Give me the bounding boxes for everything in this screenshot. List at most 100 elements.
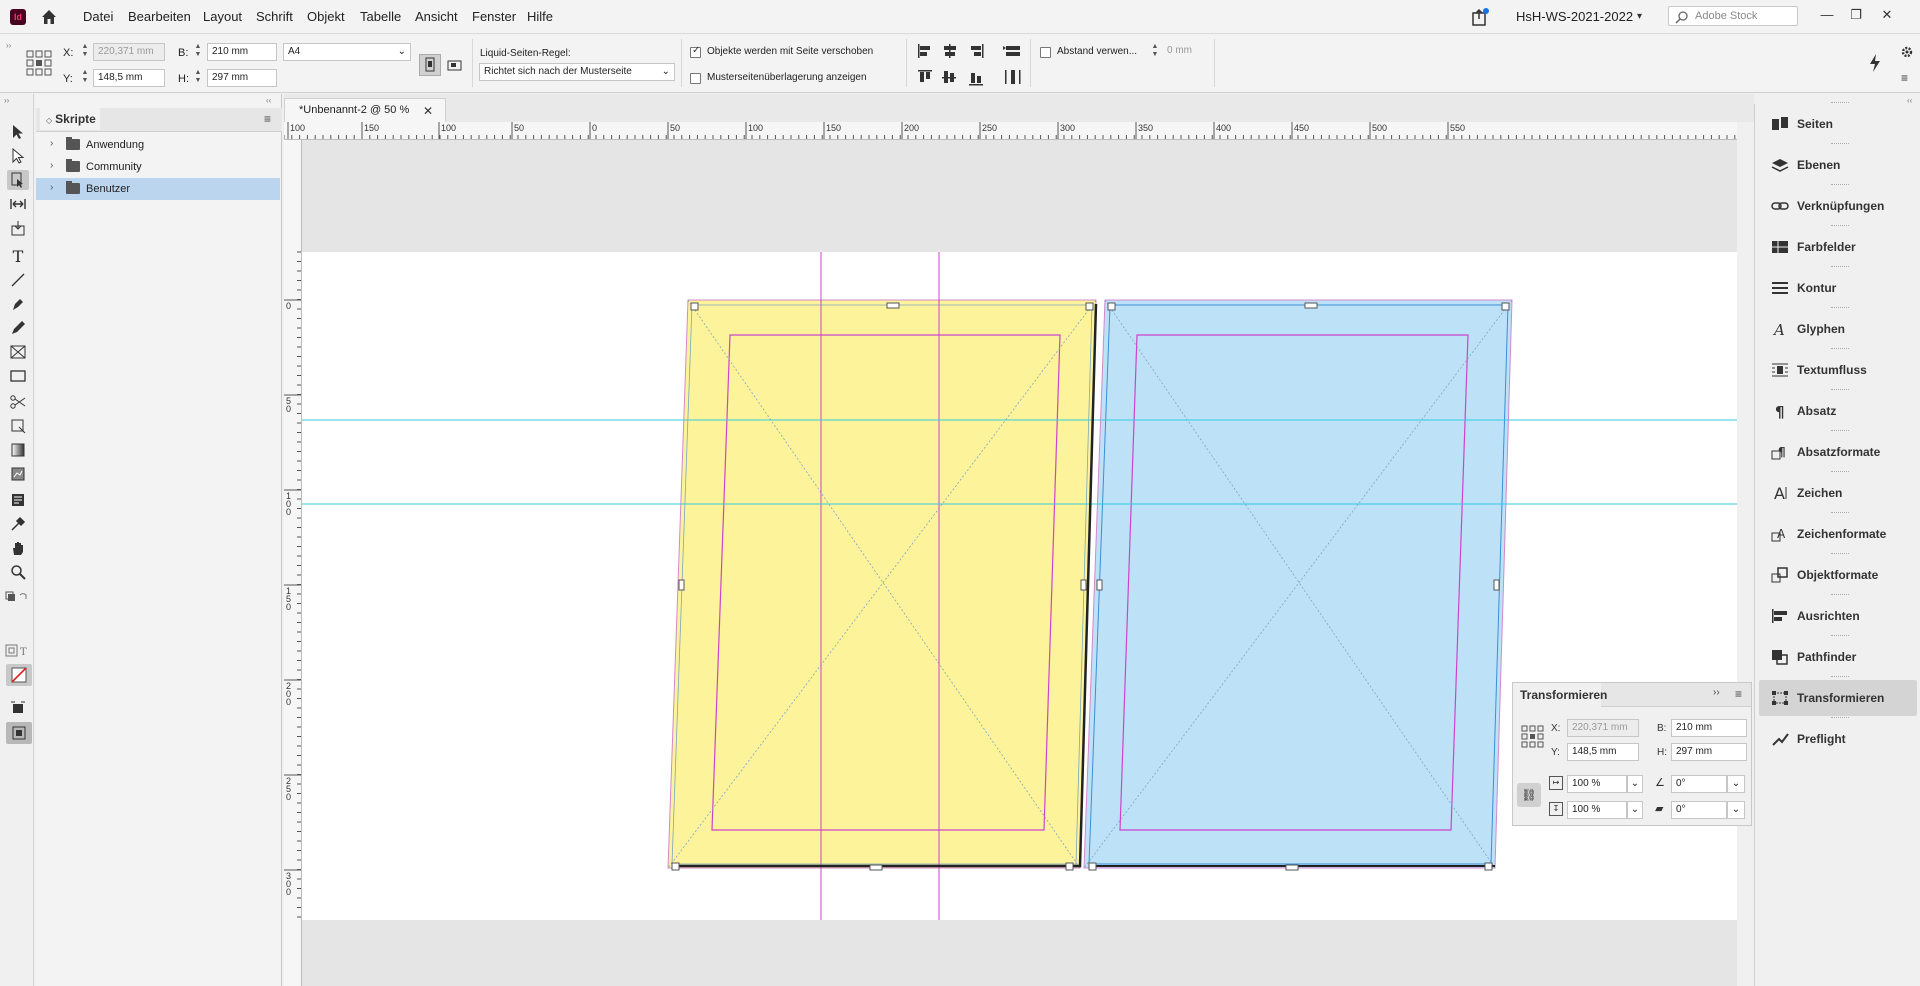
transform-tab[interactable]: Transformieren: [1513, 683, 1607, 707]
scale-x-field[interactable]: 100 %: [1567, 775, 1627, 793]
height-field[interactable]: 297 mm: [207, 69, 277, 87]
close-icon[interactable]: ✕: [423, 104, 433, 118]
collapse-control-icon[interactable]: ››: [6, 41, 11, 50]
dock-item-preflight[interactable]: Preflight: [1759, 717, 1917, 757]
shear-field[interactable]: 0°: [1671, 801, 1727, 819]
line-tool-icon[interactable]: [7, 270, 29, 290]
rotate-field[interactable]: 0°: [1671, 775, 1727, 793]
apply-color-icon[interactable]: [7, 698, 29, 718]
rectangle-tool-icon[interactable]: [7, 366, 29, 386]
lightning-icon[interactable]: [1868, 53, 1882, 73]
distribute-spacing-icon[interactable]: [1002, 42, 1024, 88]
gradient-tool-icon[interactable]: [7, 440, 29, 460]
script-folder-row[interactable]: › Community: [36, 156, 280, 178]
home-icon[interactable]: [40, 8, 58, 26]
zoom-tool-icon[interactable]: [7, 562, 29, 582]
tp-x-field[interactable]: 220,371 mm: [1567, 719, 1639, 737]
document-tab[interactable]: *Unbenannt-2 @ 50 % ✕: [284, 98, 446, 122]
script-folder-row[interactable]: › Benutzer: [36, 178, 280, 200]
menu-datei[interactable]: Datei: [83, 9, 113, 24]
menu-bearbeiten[interactable]: Bearbeiten: [128, 9, 191, 24]
dock-item-align[interactable]: Ausrichten: [1759, 594, 1917, 634]
page-tool-icon[interactable]: [7, 170, 29, 190]
x-field[interactable]: 220,371 mm: [93, 43, 165, 61]
chevron-right-icon[interactable]: ›: [50, 160, 53, 171]
x-stepper[interactable]: ▲ ▼: [80, 43, 90, 61]
rectangle-frame-tool-icon[interactable]: [7, 342, 29, 362]
landscape-orientation-icon[interactable]: [446, 56, 466, 76]
dock-item-character[interactable]: A Zeichen: [1759, 471, 1917, 511]
gear-icon[interactable]: [1900, 45, 1914, 59]
dock-item-swatches[interactable]: Farbfelder: [1759, 225, 1917, 265]
menu-ansicht[interactable]: Ansicht: [415, 9, 458, 24]
page-left[interactable]: [667, 299, 1097, 869]
menu-schrift[interactable]: Schrift: [256, 9, 293, 24]
chevron-right-icon[interactable]: ›: [50, 138, 53, 149]
master-overlay-checkbox[interactable]: [690, 73, 701, 84]
panel-menu-icon[interactable]: ≡: [1735, 687, 1742, 701]
use-spacing-checkbox[interactable]: [1040, 47, 1051, 58]
dock-item-text-wrap[interactable]: Textumfluss: [1759, 348, 1917, 388]
chevron-down-icon[interactable]: ⌄: [1727, 801, 1745, 819]
chevron-down-icon[interactable]: ⌄: [1727, 775, 1745, 793]
minimize-icon[interactable]: —: [1816, 5, 1838, 25]
expand-tools-icon[interactable]: ››: [4, 96, 9, 105]
menu-layout[interactable]: Layout: [203, 9, 242, 24]
note-tool-icon[interactable]: [7, 490, 29, 510]
chevron-down-icon[interactable]: ▾: [1637, 11, 1642, 22]
close-icon[interactable]: ✕: [1876, 5, 1898, 25]
dock-item-paragraph[interactable]: ¶ Absatz: [1759, 389, 1917, 429]
spacing-stepper[interactable]: ▲ ▼: [1150, 43, 1160, 61]
dock-item-stroke[interactable]: Kontur: [1759, 266, 1917, 306]
h-stepper[interactable]: ▲ ▼: [193, 69, 203, 87]
type-tool-icon[interactable]: T: [7, 246, 29, 266]
collapse-panel-icon[interactable]: ‹‹: [266, 96, 271, 105]
portrait-orientation-icon[interactable]: [419, 54, 441, 76]
chevron-down-icon[interactable]: ⌄: [1627, 801, 1643, 819]
chevron-right-icon[interactable]: ›: [50, 182, 53, 193]
screen-mode-icon[interactable]: [6, 722, 32, 744]
menu-objekt[interactable]: Objekt: [307, 9, 345, 24]
tp-height-field[interactable]: 297 mm: [1671, 743, 1747, 761]
dock-item-links[interactable]: Verknüpfungen: [1759, 184, 1917, 224]
collapse-panel-icon[interactable]: ››: [1713, 687, 1720, 698]
scissors-tool-icon[interactable]: [7, 392, 29, 412]
y-stepper[interactable]: ▲ ▼: [80, 69, 90, 87]
page-right[interactable]: [1083, 299, 1513, 869]
free-transform-tool-icon[interactable]: [7, 416, 29, 436]
horizontal-ruler[interactable]: 100 150 100 50 0 50 100 150 200 250 300 350 400 450 50…: [284, 122, 1737, 140]
scripts-tab[interactable]: ◇ Skripte: [40, 108, 100, 130]
dock-item-pages[interactable]: Seiten: [1759, 102, 1917, 142]
share-icon[interactable]: [1470, 7, 1490, 27]
vertical-ruler[interactable]: 0 50 100 150 200 250 300: [284, 140, 302, 986]
selection-tool-icon[interactable]: [7, 122, 29, 142]
panel-menu-icon[interactable]: ≡: [264, 112, 271, 126]
control-menu-icon[interactable]: ≡: [1901, 71, 1908, 85]
tp-y-field[interactable]: 148,5 mm: [1567, 743, 1639, 761]
dock-item-transform[interactable]: Transformieren: [1759, 676, 1917, 716]
dock-item-paragraph-styles[interactable]: ¶ Absatzformate: [1759, 430, 1917, 470]
script-folder-row[interactable]: › Anwendung: [36, 134, 280, 156]
eyedropper-tool-icon[interactable]: [7, 514, 29, 534]
pen-tool-icon[interactable]: [7, 294, 29, 314]
dock-item-pathfinder[interactable]: Pathfinder: [1759, 635, 1917, 675]
dock-item-character-styles[interactable]: A Zeichenformate: [1759, 512, 1917, 552]
y-field[interactable]: 148,5 mm: [93, 69, 165, 87]
document-canvas[interactable]: [302, 140, 1737, 986]
workspace-switcher[interactable]: HsH-WS-2021-2022: [1516, 9, 1633, 24]
hand-tool-icon[interactable]: [7, 538, 29, 558]
scale-y-field[interactable]: 100 %: [1567, 801, 1627, 819]
gap-tool-icon[interactable]: [7, 194, 29, 214]
tp-width-field[interactable]: 210 mm: [1671, 719, 1747, 737]
constrain-proportions-icon[interactable]: ⛓: [1517, 783, 1541, 807]
width-field[interactable]: 210 mm: [207, 43, 277, 61]
stock-search-input[interactable]: Adobe Stock: [1668, 6, 1798, 26]
swap-fill-stroke-icon[interactable]: [5, 589, 29, 603]
collapse-dock-icon[interactable]: ‹‹: [1907, 96, 1912, 105]
objects-move-with-page-checkbox[interactable]: [690, 45, 701, 58]
menu-fenster[interactable]: Fenster: [472, 9, 516, 24]
page-size-select[interactable]: A4 ⌄: [283, 43, 411, 61]
fill-stroke-swatch-icon[interactable]: [6, 664, 32, 686]
direct-selection-tool-icon[interactable]: [7, 146, 29, 166]
reference-point-icon[interactable]: [1521, 725, 1545, 749]
